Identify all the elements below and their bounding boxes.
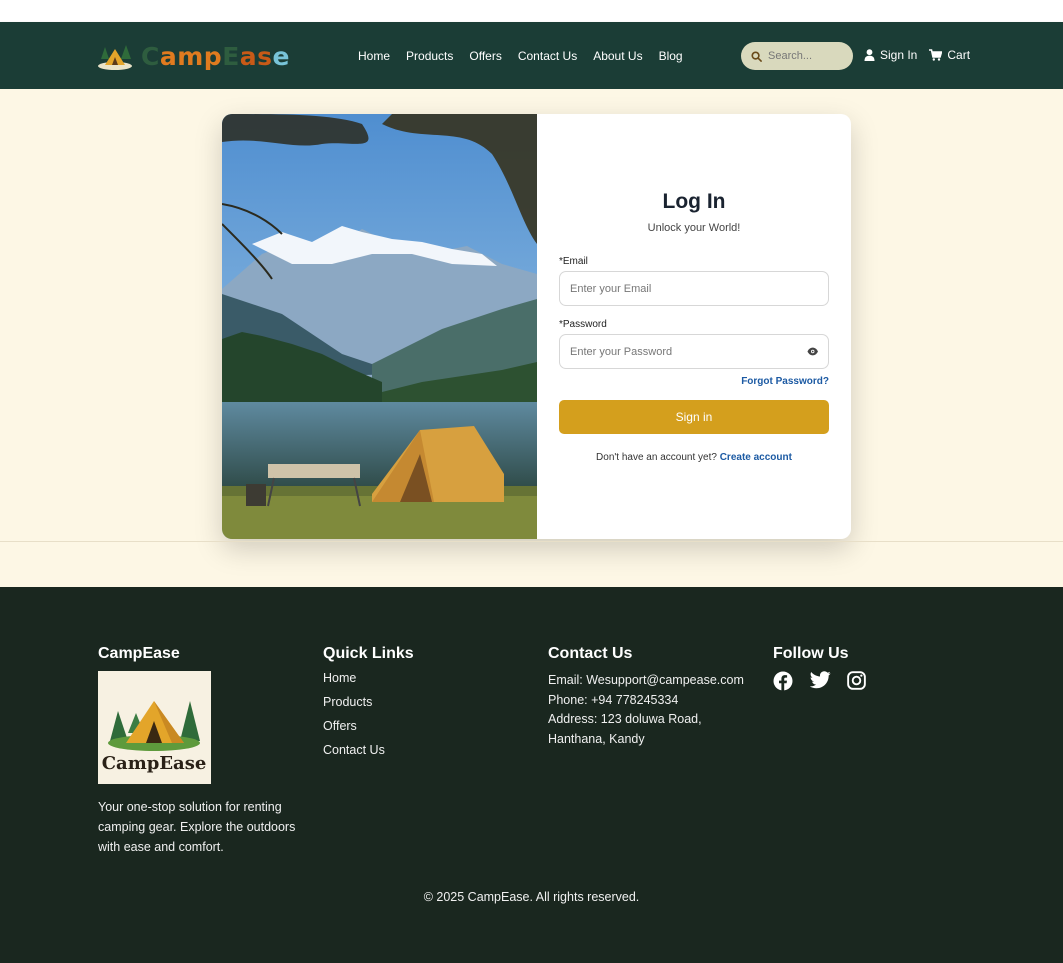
nav-contact-us[interactable]: Contact Us <box>518 49 577 63</box>
nav-offers[interactable]: Offers <box>469 49 501 63</box>
brand-logo[interactable]: CampEase <box>97 41 290 71</box>
brand-wordmark: CampEase <box>141 42 290 71</box>
brand-wordmark-letter: a <box>239 41 258 71</box>
no-account-text: Don't have an account yet? <box>596 452 717 463</box>
password-input[interactable] <box>570 345 807 358</box>
login-form: Log In Unlock your World! *Email *Passwo… <box>537 114 851 539</box>
cart-label: Cart <box>947 48 971 62</box>
create-account-prompt: Don't have an account yet? Create accoun… <box>537 452 851 463</box>
social-links <box>773 671 869 693</box>
search-box <box>741 42 853 70</box>
instagram-icon[interactable] <box>847 671 869 693</box>
eye-icon[interactable] <box>807 347 818 356</box>
login-section: Log In Unlock your World! *Email *Passwo… <box>0 89 1063 587</box>
footer-link-offers[interactable]: Offers <box>323 719 414 733</box>
user-icon <box>864 49 875 61</box>
contact-title: Contact Us <box>548 645 633 662</box>
brand-wordmark-letter: m <box>177 41 204 71</box>
footer-link-home[interactable]: Home <box>323 671 414 685</box>
brand-wordmark-letter: C <box>141 41 160 71</box>
nav-about-us[interactable]: About Us <box>593 49 642 63</box>
campease-logo-image: CampEase <box>98 671 211 784</box>
cart-link[interactable]: Cart <box>929 48 970 62</box>
password-field-wrapper <box>559 334 829 369</box>
contact-address-line1: Address: 123 doluwa Road, <box>548 712 702 726</box>
contact-address-line2: Hanthana, Kandy <box>548 731 645 746</box>
nav-blog[interactable]: Blog <box>659 49 683 63</box>
footer-social: Follow Us <box>773 645 869 693</box>
camping-landscape-image <box>222 114 537 539</box>
footer-quick-links: Quick Links Home Products Offers Contact… <box>323 645 414 767</box>
password-label: *Password <box>559 319 607 330</box>
sign-in-button[interactable]: Sign in <box>559 400 829 434</box>
brand-wordmark-letter: a <box>159 41 178 71</box>
svg-text:CampEase: CampEase <box>102 753 207 774</box>
search-icon <box>751 50 762 62</box>
create-account-link[interactable]: Create account <box>720 452 792 463</box>
login-subtitle: Unlock your World! <box>647 222 741 234</box>
brand-wordmark-letter: E <box>222 41 240 71</box>
section-divider <box>0 541 1063 542</box>
cart-icon <box>929 49 943 61</box>
contact-phone: Phone: +94 778245334 <box>548 692 679 707</box>
facebook-icon[interactable] <box>773 671 795 693</box>
login-card: Log In Unlock your World! *Email *Passwo… <box>222 114 851 539</box>
nav-products[interactable]: Products <box>406 49 453 63</box>
tent-logo-icon <box>98 45 132 70</box>
login-title: Log In <box>662 190 726 213</box>
sign-in-link[interactable]: Sign In <box>864 48 917 62</box>
footer-link-products[interactable]: Products <box>323 695 414 709</box>
footer-brand-title: CampEase <box>98 645 180 662</box>
footer-brand-description: Your one-stop solution for renting campi… <box>98 800 296 854</box>
footer-link-contact-us[interactable]: Contact Us <box>323 743 414 757</box>
forgot-password-link[interactable]: Forgot Password? <box>741 376 829 387</box>
main-nav: Home Products Offers Contact Us About Us… <box>358 49 699 63</box>
email-input[interactable] <box>570 282 818 295</box>
quick-links-title: Quick Links <box>323 645 414 662</box>
contact-email: Email: Wesupport@campease.com <box>548 673 744 687</box>
follow-title: Follow Us <box>773 645 849 662</box>
copyright-text: © 2025 CampEase. All rights reserved. <box>423 890 640 904</box>
email-label: *Email <box>559 256 588 267</box>
brand-wordmark-letter: e <box>272 41 291 71</box>
brand-wordmark-letter: p <box>203 41 223 71</box>
email-field-wrapper <box>559 271 829 306</box>
sign-in-label: Sign In <box>880 48 918 62</box>
navbar: CampEase Home Products Offers Contact Us… <box>0 22 1063 89</box>
search-input[interactable] <box>768 50 848 62</box>
nav-home[interactable]: Home <box>358 49 390 63</box>
footer: CampEase CampEase Your one-stop solution… <box>0 587 1063 963</box>
account-actions: Sign In Cart <box>864 48 982 62</box>
twitter-icon[interactable] <box>810 671 832 693</box>
footer-contact: Contact Us Email: Wesupport@campease.com… <box>548 645 744 749</box>
footer-brand-column: CampEase CampEase Your one-stop solution… <box>98 645 313 857</box>
brand-wordmark-letter: s <box>257 41 273 71</box>
